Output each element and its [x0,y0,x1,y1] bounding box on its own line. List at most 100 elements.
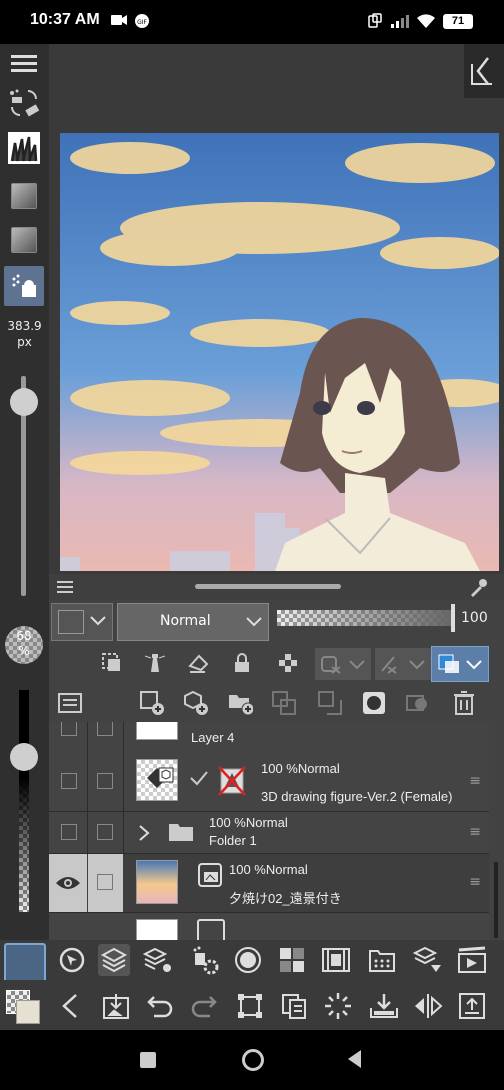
brush-tip-grass-icon[interactable] [8,132,40,164]
layers-palette-icon[interactable] [98,944,130,976]
layer-thumbnail [136,919,178,940]
visibility-checkbox[interactable] [61,824,77,840]
navigator-icon[interactable] [56,944,88,976]
color-transparency-switch[interactable] [6,990,40,1024]
layer-drag-handle[interactable]: ≡ [469,874,481,890]
status-bar: 10:37 AM GIF 71 [0,0,504,44]
chevron-right-icon[interactable] [137,824,151,842]
layer-row[interactable]: Layer 4 [49,722,489,754]
layer-palette: Normal 100 Layer 4 100 %Normal 3D drawin… [49,574,504,940]
layer-drag-handle[interactable]: ≡ [469,773,481,789]
animation-cels-icon[interactable] [456,944,488,976]
opacity-slider[interactable] [19,690,29,912]
layer-type-icon [197,919,225,940]
delete-layer-icon[interactable] [451,690,477,716]
apply-mask-icon[interactable] [405,690,431,716]
layer-info: 100 %Normal [261,761,340,776]
layer-row[interactable]: 100 %Normal 夕焼け02_遠景付き ≡ [49,854,489,913]
reference-layer-icon[interactable] [99,650,125,676]
material-palette-icon[interactable] [366,944,398,976]
battery-indicator: 71 [443,14,473,29]
layer-property-palette-icon[interactable] [142,944,174,976]
collapse-panel-button[interactable] [464,44,504,98]
layer-search-icon[interactable] [412,944,444,976]
layer-drag-handle[interactable]: ≡ [469,824,481,840]
sub-view-icon[interactable] [232,944,264,976]
layer-row[interactable]: 100 %Normal 3D drawing figure-Ver.2 (Fem… [49,753,489,812]
edit-checkbox[interactable] [97,824,113,840]
undo-icon[interactable] [144,990,176,1022]
edit-checkbox[interactable] [97,722,113,736]
new-vector-layer-icon[interactable] [183,690,209,716]
redo-icon[interactable] [188,990,220,1022]
video-icon [110,13,128,29]
tool-switch-icon[interactable] [4,84,44,124]
layer-row[interactable]: 100 %Normal Folder 1 ≡ [49,812,489,854]
blend-mode-label: Normal [160,613,211,629]
layer-color-dropdown[interactable] [51,603,113,641]
palette-drag-handle[interactable] [195,584,341,589]
transfer-down-icon[interactable] [271,690,297,716]
layer-opacity-slider[interactable] [277,610,453,626]
lock-transparency-icon[interactable] [275,650,301,676]
layer-info: 100 %Normal [209,815,288,830]
layer-name: 3D drawing figure-Ver.2 (Female) [261,789,453,804]
current-color-swatch[interactable] [4,943,46,983]
layer-opacity-value: 100 [461,610,488,626]
mask-dropdown[interactable] [315,648,371,680]
color-set-icon[interactable] [276,944,308,976]
clip-layer-icon[interactable] [185,650,211,676]
palette-menu-icon[interactable] [57,580,73,594]
fit-screen-icon[interactable] [456,990,488,1022]
layer-name: 夕焼け02_遠景付き [229,891,342,906]
edit-checkbox[interactable] [97,773,113,789]
subtool-square-2[interactable] [4,220,44,260]
wifi-icon [416,13,436,29]
transform-icon[interactable] [234,990,266,1022]
eyedropper-icon[interactable] [468,578,488,598]
import-image-icon[interactable] [100,990,132,1022]
edit-toggle[interactable] [88,854,123,912]
copy-icon[interactable] [278,990,310,1022]
folder-icon [169,824,193,841]
airbrush-tool-icon[interactable] [4,266,44,306]
command-bar [0,980,504,1030]
opacity-slider-knob[interactable] [10,742,38,771]
layer-opacity-knob[interactable] [451,604,455,632]
back-button[interactable] [346,1049,362,1069]
subtool-square-1[interactable] [4,176,44,216]
visibility-checkbox[interactable] [61,722,77,736]
visibility-toggle[interactable] [49,854,87,912]
recents-button[interactable] [140,1052,156,1068]
flip-horizontal-icon[interactable] [412,990,444,1022]
layer-list-scrollbar[interactable] [494,862,498,938]
tool-property-icon[interactable] [188,944,220,976]
artwork-canvas[interactable] [60,133,499,571]
layer-property-icon[interactable] [57,690,83,716]
lock-icon[interactable] [229,650,255,676]
back-arrow-icon[interactable] [54,990,86,1022]
layer-toggle-row [49,644,504,682]
palette-toolbar [0,940,504,983]
ruler-dropdown[interactable] [375,648,431,680]
layer-mask-icon[interactable] [361,690,387,716]
home-button[interactable] [242,1049,264,1071]
visibility-checkbox[interactable] [61,773,77,789]
timeline-icon[interactable] [320,944,352,976]
checkmark-icon [190,771,208,786]
palette-header [49,574,504,600]
layer-actions-row [49,682,504,722]
new-folder-icon[interactable] [227,690,253,716]
lighthouse-icon[interactable] [141,650,167,676]
no-display-3d-icon[interactable] [217,765,247,797]
layer-color-button[interactable] [431,646,489,682]
new-raster-layer-icon[interactable] [139,690,165,716]
merge-down-icon[interactable] [317,690,343,716]
save-export-icon[interactable] [368,990,400,1022]
layer-info: 100 %Normal [229,862,308,877]
layer-row[interactable] [49,913,489,940]
opacity-indicator: 68 % [5,626,43,664]
blend-mode-dropdown[interactable]: Normal [117,603,269,641]
brush-size-slider-knob[interactable] [10,388,38,417]
main-menu-button[interactable] [4,44,44,84]
